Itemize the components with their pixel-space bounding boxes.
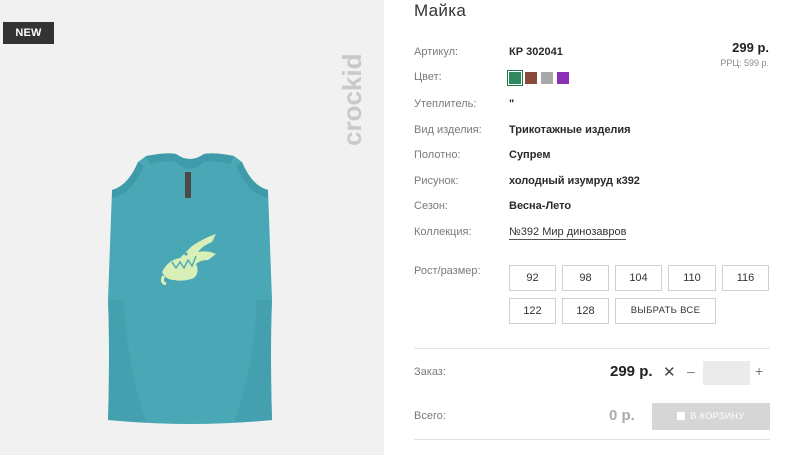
shopping-bag-icon xyxy=(677,412,686,420)
total-value: 0 р. xyxy=(609,407,635,424)
detail-row-insulation: Утеплитель: " xyxy=(414,98,774,114)
season-value: Весна-Лето xyxy=(509,200,572,212)
size-button-116[interactable]: 116 xyxy=(722,265,769,291)
collection-link[interactable]: №392 Мир динозавров xyxy=(509,226,627,240)
insulation-label: Утеплитель: xyxy=(414,98,477,110)
article-label: Артикул: xyxy=(414,46,459,58)
size-button-128[interactable]: 128 xyxy=(562,298,609,324)
size-button-122[interactable]: 122 xyxy=(509,298,556,324)
type-label: Вид изделия: xyxy=(414,124,482,136)
add-to-cart-button[interactable]: В КОРЗИНУ xyxy=(652,403,770,430)
divider-top xyxy=(414,348,770,349)
new-badge: NEW xyxy=(3,22,54,44)
size-button-110[interactable]: 110 xyxy=(668,265,716,291)
detail-row-collection: Коллекция: №392 Мир динозавров xyxy=(414,226,774,242)
detail-row-type: Вид изделия: Трикотажные изделия xyxy=(414,124,774,140)
color-swatch-purple[interactable] xyxy=(557,72,569,84)
collection-label: Коллекция: xyxy=(414,226,472,238)
article-value: КР 302041 xyxy=(509,46,563,58)
quantity-input[interactable] xyxy=(703,361,750,385)
total-label: Всего: xyxy=(414,410,446,422)
detail-row-season: Сезон: Весна-Лето xyxy=(414,200,774,216)
pattern-value: холодный изумруд к392 xyxy=(509,175,640,187)
detail-row-pattern: Рисунок: холодный изумруд к392 xyxy=(414,175,774,191)
color-swatch-green[interactable] xyxy=(507,70,523,86)
season-label: Сезон: xyxy=(414,200,448,212)
detail-row-article: Артикул: КР 302041 xyxy=(414,46,774,62)
type-value: Трикотажные изделия xyxy=(509,124,631,136)
decrease-quantity-button[interactable]: – xyxy=(687,363,695,379)
fabric-label: Полотно: xyxy=(414,149,461,161)
color-swatch-brown[interactable] xyxy=(525,72,537,84)
tank-top-image[interactable] xyxy=(106,150,274,426)
pattern-label: Рисунок: xyxy=(414,175,459,187)
color-swatch-gray[interactable] xyxy=(541,72,553,84)
size-button-104[interactable]: 104 xyxy=(615,265,662,291)
insulation-value: " xyxy=(509,98,515,110)
product-gallery: NEW crockid xyxy=(0,0,384,455)
size-button-98[interactable]: 98 xyxy=(562,265,609,291)
order-label: Заказ: xyxy=(414,366,446,378)
fabric-value: Супрем xyxy=(509,149,551,161)
order-price: 299 р. xyxy=(610,363,653,380)
size-button-92[interactable]: 92 xyxy=(509,265,556,291)
increase-quantity-button[interactable]: + xyxy=(755,363,763,379)
product-title: Майка xyxy=(414,1,467,20)
divider-bottom xyxy=(414,439,770,440)
detail-row-color: Цвет: xyxy=(414,71,774,87)
detail-row-fabric: Полотно: Супрем xyxy=(414,149,774,165)
add-to-cart-label: В КОРЗИНУ xyxy=(690,411,745,421)
crockid-logo: crockid xyxy=(342,54,367,147)
color-label: Цвет: xyxy=(414,71,442,83)
select-all-sizes-button[interactable]: ВЫБРАТЬ ВСЕ xyxy=(615,298,716,324)
multiply-icon: ✕ xyxy=(663,364,676,381)
crockid-logo-text: crockid xyxy=(342,54,367,147)
size-label: Рост/размер: xyxy=(414,265,481,277)
